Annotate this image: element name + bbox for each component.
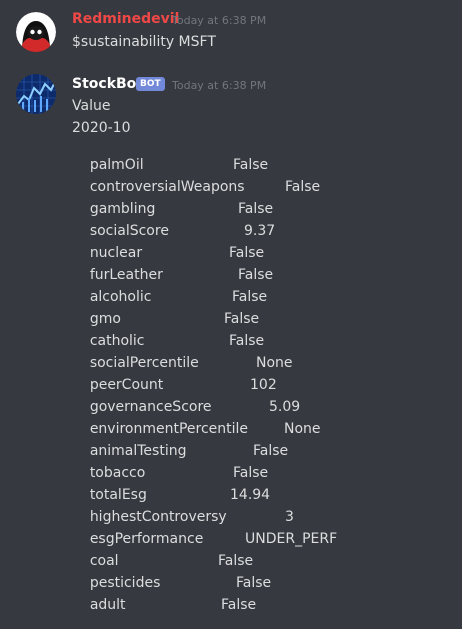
- row-value: False: [232, 289, 268, 305]
- row-value: 14.94: [230, 487, 271, 503]
- data-row: socialPercentile None: [72, 339, 293, 371]
- data-row: gmo False: [72, 295, 259, 327]
- row-value: False: [285, 179, 321, 195]
- timestamp: Today at 6:38 PM: [172, 79, 267, 92]
- row-value: None: [284, 421, 321, 437]
- row-value: False: [218, 553, 254, 569]
- data-row: pesticides False: [72, 559, 271, 591]
- data-row: palmOil False: [72, 141, 268, 173]
- data-row: furLeather False: [72, 251, 273, 283]
- timestamp: Today at 6:38 PM: [172, 14, 267, 27]
- row-value: False: [224, 311, 260, 327]
- data-row: controversialWeapons False: [72, 163, 320, 195]
- data-row: peerCount 102: [72, 361, 277, 393]
- row-value: None: [256, 355, 293, 371]
- row-value: False: [229, 245, 265, 261]
- row-value: False: [229, 333, 265, 349]
- row-value: False: [238, 267, 274, 283]
- data-row: animalTesting False: [72, 427, 288, 459]
- data-row: highestControversy 3: [72, 493, 294, 525]
- avatar-stockbot[interactable]: [16, 74, 56, 114]
- data-row: catholic False: [72, 317, 264, 349]
- row-value: 5.09: [269, 399, 301, 415]
- data-row: coal False: [72, 537, 253, 569]
- row-value: False: [233, 465, 269, 481]
- row-value: False: [253, 443, 289, 459]
- message-date: 2020-10: [72, 120, 131, 136]
- hooded-figure-icon: [16, 12, 56, 52]
- data-row: alcoholic False: [72, 273, 267, 305]
- avatar-redminedevil[interactable]: [16, 12, 56, 52]
- data-row: socialScore 9.37: [72, 207, 275, 239]
- bot-tag: BOT: [136, 77, 165, 91]
- data-row: governanceScore 5.09: [72, 383, 300, 415]
- username[interactable]: Redminedevil: [72, 11, 179, 27]
- message-text: $sustainability MSFT: [72, 34, 216, 50]
- data-row: adult False: [72, 581, 256, 613]
- username[interactable]: StockBot: [72, 76, 143, 92]
- stock-chart-icon: [16, 74, 56, 114]
- row-value: 9.37: [244, 223, 276, 239]
- row-value: False: [236, 575, 272, 591]
- row-key: adult: [89, 597, 126, 613]
- message-header: Value: [72, 98, 111, 114]
- data-row: tobacco False: [72, 449, 268, 481]
- data-row: environmentPercentile None: [72, 405, 321, 437]
- data-row: totalEsg 14.94: [72, 471, 270, 503]
- data-row: nuclear False: [72, 229, 264, 261]
- row-value: UNDER_PERF: [245, 531, 338, 547]
- row-value: False: [238, 201, 274, 217]
- row-value: False: [221, 597, 257, 613]
- data-row: esgPerformance UNDER_PERF: [72, 515, 337, 547]
- data-row: gambling False: [72, 185, 273, 217]
- row-value: 102: [250, 377, 277, 393]
- row-value: 3: [285, 509, 294, 525]
